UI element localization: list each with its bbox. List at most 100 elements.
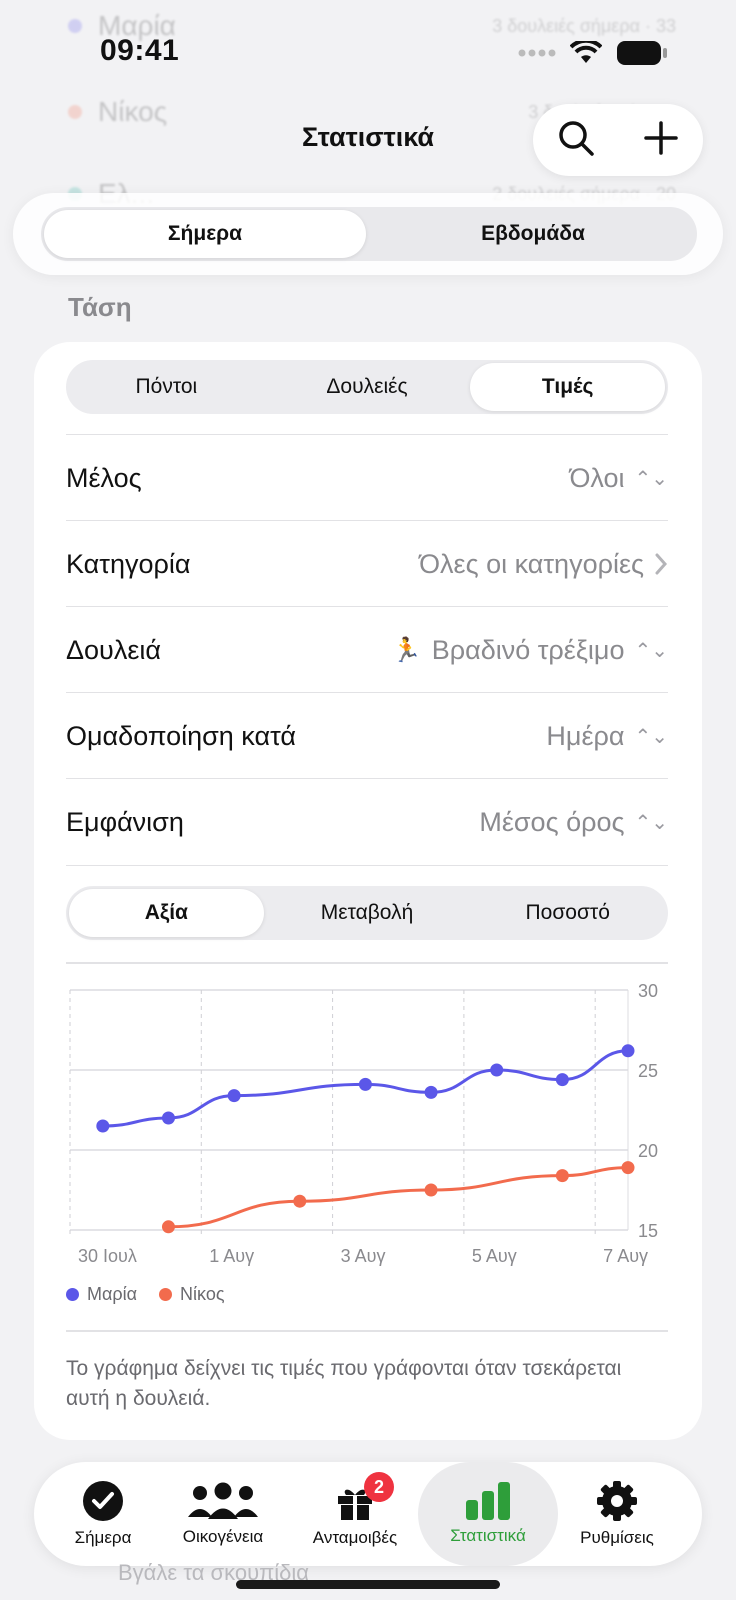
data-point: [424, 1183, 438, 1197]
tab-statistics[interactable]: Στατιστικά: [418, 1462, 558, 1566]
y-tick-label: 30: [638, 982, 658, 1001]
legend-label: Μαρία: [87, 1284, 138, 1304]
chevron-right-icon: [655, 553, 668, 575]
gear-icon: [597, 1481, 637, 1521]
tab-label: Στατιστικά: [450, 1526, 526, 1545]
value-segmented-control: Αξία Μεταβολή Ποσοστό: [66, 886, 668, 940]
data-point: [227, 1089, 241, 1103]
tab-settings[interactable]: Ρυθμίσεις: [552, 1462, 682, 1566]
category-row[interactable]: Κατηγορία Όλες οι κατηγορίες: [66, 520, 668, 607]
chevron-up-down-icon: ⌃⌄: [634, 639, 668, 662]
trend-line-chart: 30 25 20 15 30 Ιουλ 1 Αυγ 3 Αυγ 5 Αυγ 7 Αυγ: [69, 982, 658, 1266]
trend-card: Πόντοι Δουλειές Τιμές Μέλος Όλοι ⌃⌄ Κατη…: [34, 342, 702, 1440]
chevron-up-down-icon: ⌃⌄: [634, 467, 668, 490]
data-point: [161, 1111, 175, 1125]
x-tick-label: 5 Αυγ: [472, 1246, 517, 1266]
range-tab-today[interactable]: Σήμερα: [44, 210, 366, 258]
display-value-text: Μέσος όρος: [479, 806, 625, 837]
data-point: [555, 1169, 569, 1183]
status-time: 09:41: [100, 34, 180, 67]
member-picker-row[interactable]: Μέλος Όλοι ⌃⌄: [66, 434, 668, 521]
group-by-value-text: Ημέρα: [546, 720, 625, 751]
bar-chart-icon: [466, 1482, 510, 1520]
data-point: [490, 1063, 504, 1077]
display-picker-row[interactable]: Εμφάνιση Μέσος όρος ⌃⌄: [66, 778, 668, 866]
display-value: Μέσος όρος ⌃⌄: [479, 807, 668, 838]
battery-icon: [617, 41, 667, 65]
cellular-signal-icon: [518, 49, 556, 57]
data-point: [424, 1085, 438, 1099]
home-indicator: [236, 1580, 500, 1589]
tab-label: Οικογένεια: [182, 1527, 264, 1546]
chart-top-divider: [66, 962, 668, 964]
metric-tab-points[interactable]: Πόντοι: [69, 363, 264, 411]
data-point: [621, 1161, 635, 1175]
chevron-up-down-icon: ⌃⌄: [634, 725, 668, 748]
tab-today[interactable]: Σήμερα: [38, 1462, 168, 1566]
note-divider: [66, 1330, 668, 1332]
add-button[interactable]: [643, 120, 679, 161]
metric-segmented-control: Πόντοι Δουλειές Τιμές: [66, 360, 668, 414]
rewards-badge: 2: [364, 1472, 394, 1502]
x-tick-label: 1 Αυγ: [209, 1246, 254, 1266]
group-by-label: Ομαδοποίηση κατά: [66, 720, 296, 751]
value-tab-value[interactable]: Αξία: [69, 889, 264, 937]
metric-tab-chores[interactable]: Δουλειές: [270, 363, 465, 411]
search-button[interactable]: [557, 119, 595, 162]
chore-value: 🏃 Βραδινό τρέξιμο ⌃⌄: [392, 635, 668, 666]
chore-value-text: Βραδινό τρέξιμο: [431, 634, 625, 665]
section-title: Τάση: [68, 292, 132, 322]
status-icons: [518, 40, 668, 66]
tab-label: Ρυθμίσεις: [580, 1528, 654, 1547]
plus-icon: [644, 120, 678, 155]
x-tick-label: 30 Ιουλ: [78, 1246, 137, 1266]
data-point: [161, 1220, 175, 1234]
member-label: Μέλος: [66, 462, 142, 493]
metric-tab-values[interactable]: Τιμές: [470, 363, 666, 411]
y-tick-label: 15: [638, 1221, 658, 1241]
tab-family[interactable]: Οικογένεια: [158, 1462, 288, 1566]
data-point: [555, 1073, 569, 1087]
chore-picker-row[interactable]: Δουλειά 🏃 Βραδινό τρέξιμο ⌃⌄: [66, 606, 668, 693]
runner-icon: 🏃: [391, 636, 422, 664]
member-value-text: Όλοι: [569, 462, 625, 493]
data-point: [293, 1194, 307, 1208]
people-icon: [188, 1482, 258, 1519]
value-tab-percent[interactable]: Ποσοστό: [470, 889, 665, 937]
tab-rewards[interactable]: Ανταμοιβές 2: [290, 1462, 420, 1566]
legend-item-maria: Μαρία: [66, 1284, 137, 1305]
chore-label: Δουλειά: [66, 634, 161, 665]
range-segmented-control: Σήμερα Εβδομάδα: [41, 207, 697, 261]
range-tab-week[interactable]: Εβδομάδα: [372, 210, 694, 258]
data-point: [621, 1044, 635, 1058]
legend-swatch: [159, 1288, 173, 1301]
data-point: [358, 1077, 372, 1091]
tab-label: Σήμερα: [74, 1528, 132, 1547]
legend-item-nikos: Νίκος: [159, 1284, 225, 1305]
checkmark-circle-icon: [83, 1481, 123, 1521]
category-value-text: Όλες οι κατηγορίες: [419, 548, 644, 579]
header-actions: [533, 104, 703, 176]
category-value: Όλες οι κατηγορίες: [419, 549, 668, 580]
chevron-up-down-icon: ⌃⌄: [634, 811, 668, 834]
wifi-icon: [570, 41, 602, 63]
legend-swatch: [66, 1288, 79, 1301]
member-color-dot: [68, 105, 82, 119]
y-tick-label: 20: [638, 1141, 658, 1161]
range-segment-container: Σήμερα Εβδομάδα: [13, 193, 723, 275]
legend-label: Νίκος: [180, 1284, 225, 1304]
display-label: Εμφάνιση: [66, 806, 184, 837]
tab-label: Ανταμοιβές: [312, 1528, 398, 1547]
group-by-value: Ημέρα ⌃⌄: [546, 721, 668, 752]
search-icon: [559, 120, 594, 156]
member-value: Όλοι ⌃⌄: [569, 463, 668, 494]
x-tick-label: 7 Αυγ: [603, 1246, 648, 1266]
group-by-picker-row[interactable]: Ομαδοποίηση κατά Ημέρα ⌃⌄: [66, 692, 668, 779]
x-tick-label: 3 Αυγ: [341, 1246, 386, 1266]
value-tab-change[interactable]: Μεταβολή: [270, 889, 465, 937]
status-bar: 09:41: [0, 30, 736, 76]
data-point: [96, 1119, 110, 1133]
chart-note: Το γράφημα δείχνει τις τιμές που γράφοντ…: [66, 1357, 622, 1410]
tab-bar: Σήμερα Οικογένεια Ανταμοιβές 2 Στατιστικ…: [34, 1462, 702, 1566]
y-tick-label: 25: [638, 1061, 658, 1081]
